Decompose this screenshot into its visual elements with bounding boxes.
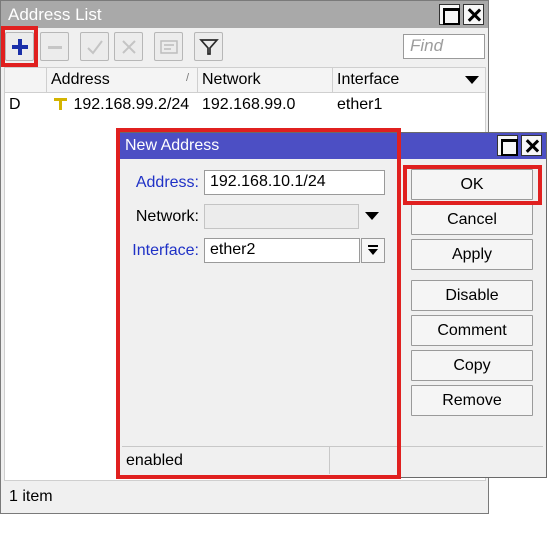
close-icon[interactable] (521, 135, 542, 156)
remove-button[interactable]: Remove (411, 385, 533, 416)
comment-button[interactable] (154, 32, 183, 61)
cancel-button[interactable]: Cancel (411, 204, 533, 235)
new-address-dialog: New Address Address: 192.168.10.1/24 Net… (118, 132, 547, 478)
filter-button[interactable] (194, 32, 223, 61)
address-field[interactable]: 192.168.10.1/24 (204, 170, 385, 195)
plus-icon (12, 39, 28, 55)
chevron-down-icon (368, 245, 378, 255)
address-label: Address: (135, 174, 199, 191)
comment-icon (160, 40, 178, 54)
table-header: Address / Network Interface (5, 68, 485, 93)
item-count-status: 1 item (9, 488, 53, 505)
dialog-titlebar[interactable]: New Address (119, 133, 546, 159)
apply-button[interactable]: Apply (411, 239, 533, 270)
interface-dropdown-button[interactable] (361, 238, 385, 263)
check-icon (87, 40, 103, 55)
close-icon[interactable] (463, 4, 484, 25)
network-field (204, 204, 359, 229)
disable-button[interactable] (114, 32, 143, 61)
row-network: 192.168.99.0 (202, 96, 296, 113)
column-menu-icon[interactable] (465, 76, 479, 84)
network-label: Network: (135, 208, 199, 225)
network-column-label: Network (202, 71, 261, 88)
enabled-status: enabled (122, 446, 330, 474)
flag-column-header[interactable] (5, 68, 47, 92)
address-list-titlebar[interactable]: Address List (1, 1, 488, 28)
address-icon (54, 98, 67, 110)
network-column-header[interactable]: Network (198, 68, 333, 92)
interface-column-label: Interface (337, 71, 400, 88)
add-button[interactable] (5, 32, 34, 61)
network-dropdown-icon[interactable] (365, 212, 379, 220)
interface-select[interactable]: ether2 (204, 238, 360, 263)
row-interface: ether1 (337, 96, 383, 113)
filter-icon (199, 39, 219, 55)
interface-column-header[interactable]: Interface (333, 68, 487, 92)
sort-indicator: / (185, 72, 189, 84)
table-row[interactable]: D 192.168.99.2/24 192.168.99.0 ether1 (5, 93, 485, 117)
copy-button[interactable]: Copy (411, 350, 533, 381)
disable-button[interactable]: Disable (411, 280, 533, 311)
x-icon (122, 40, 136, 54)
remove-button[interactable] (40, 32, 69, 61)
window-title: Address List (8, 5, 102, 24)
maximize-icon[interactable] (439, 4, 460, 25)
minus-icon (48, 46, 62, 49)
address-column-label: Address (51, 71, 110, 88)
find-input[interactable]: Find (403, 34, 485, 59)
maximize-icon[interactable] (497, 135, 518, 156)
enable-button[interactable] (80, 32, 109, 61)
comment-button[interactable]: Comment (411, 315, 533, 346)
ok-button[interactable]: OK (411, 169, 533, 200)
row-address-value: 192.168.99.2/24 (73, 96, 190, 113)
address-column-header[interactable]: Address / (47, 68, 198, 92)
toolbar: Find (1, 29, 488, 65)
status-cell-empty (330, 446, 543, 474)
row-flag: D (9, 96, 21, 113)
interface-label: Interface: (132, 242, 199, 259)
row-address: 192.168.99.2/24 (47, 93, 198, 117)
dialog-title: New Address (125, 137, 220, 154)
